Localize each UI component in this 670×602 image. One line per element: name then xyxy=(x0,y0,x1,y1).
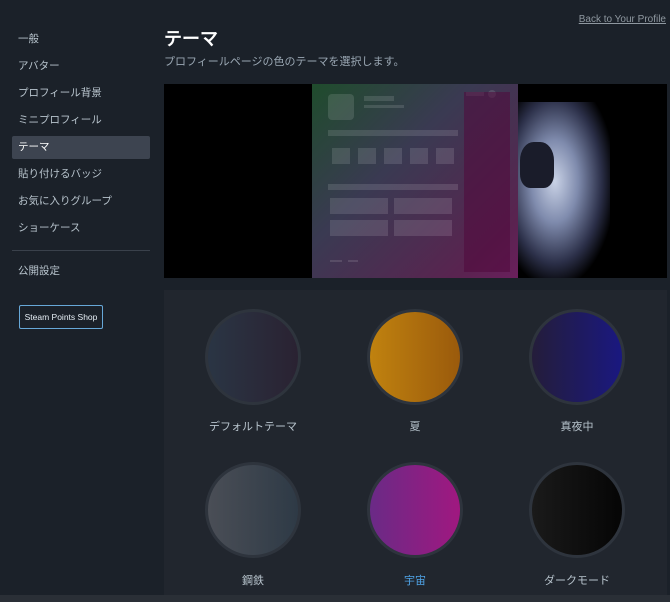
theme-label-default: デフォルトテーマ xyxy=(209,420,297,433)
sidebar-item-favorite-group[interactable]: お気に入りグループ xyxy=(12,190,150,213)
theme-swatch-steel[interactable] xyxy=(205,462,301,558)
profile-mockup-image xyxy=(312,84,518,278)
theme-swatch-dark-mode[interactable] xyxy=(529,462,625,558)
theme-swatch-cosmic[interactable] xyxy=(367,462,463,558)
bottom-scroll-bar xyxy=(0,595,670,602)
page-title: テーマ xyxy=(164,29,218,50)
sidebar-item-general[interactable]: 一般 xyxy=(12,28,150,51)
theme-label-cosmic: 宇宙 xyxy=(404,574,426,587)
theme-label-midnight: 真夜中 xyxy=(560,420,594,433)
theme-grid: デフォルトテーマ 夏 真夜中 鋼鉄 宇宙 ダークモード xyxy=(164,290,667,602)
sidebar-item-theme[interactable]: テーマ xyxy=(12,136,150,159)
sidebar: 一般 アバター プロフィール背景 ミニプロフィール テーマ 貼り付けるバッジ お… xyxy=(12,28,150,287)
steam-points-shop-button[interactable]: Steam Points Shop xyxy=(19,305,103,329)
page-subtitle: プロフィールページの色のテーマを選択します。 xyxy=(164,55,405,68)
theme-swatch-summer[interactable] xyxy=(367,309,463,405)
sidebar-item-profile-background[interactable]: プロフィール背景 xyxy=(12,82,150,105)
sidebar-item-featured-badge[interactable]: 貼り付けるバッジ xyxy=(12,163,150,186)
theme-swatch-midnight[interactable] xyxy=(529,309,625,405)
theme-label-summer: 夏 xyxy=(409,420,421,433)
sidebar-item-mini-profile[interactable]: ミニプロフィール xyxy=(12,109,150,132)
theme-preview xyxy=(164,84,667,278)
anime-artwork-image xyxy=(518,102,610,278)
sidebar-item-privacy[interactable]: 公開設定 xyxy=(12,260,150,283)
back-to-profile-link[interactable]: Back to Your Profile xyxy=(579,14,666,25)
theme-swatch-default[interactable] xyxy=(205,309,301,405)
sidebar-divider xyxy=(12,250,150,251)
theme-label-dark-mode: ダークモード xyxy=(544,574,610,587)
main-header: テーマ プロフィールページの色のテーマを選択します。 xyxy=(164,28,667,69)
sidebar-item-showcase[interactable]: ショーケース xyxy=(12,217,150,240)
theme-label-steel: 鋼鉄 xyxy=(242,574,264,587)
sidebar-item-avatar[interactable]: アバター xyxy=(12,55,150,78)
